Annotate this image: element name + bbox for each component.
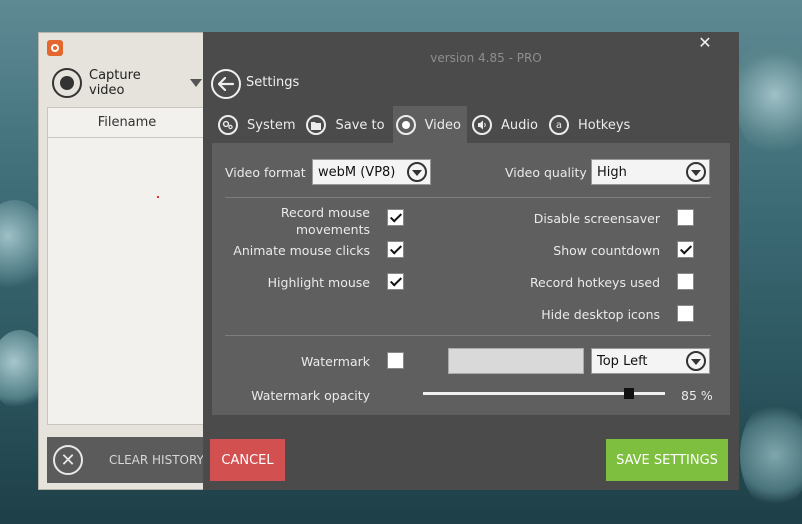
watermark-opacity-slider[interactable] xyxy=(423,388,665,399)
record-hotkeys-checkbox[interactable] xyxy=(677,273,694,290)
video-format-select[interactable]: webM (VP8) xyxy=(312,159,431,185)
hide-desktop-icons-label: Hide desktop icons xyxy=(541,307,660,322)
stray-pixel xyxy=(157,196,159,198)
hide-desktop-icons-checkbox[interactable] xyxy=(677,305,694,322)
settings-tabs: System Save to Video Audio a Hotkeys xyxy=(215,106,638,144)
chevron-down-icon[interactable] xyxy=(190,79,202,87)
save-settings-button[interactable]: SAVE SETTINGS xyxy=(606,439,728,481)
chevron-down-icon xyxy=(407,162,427,182)
background-droplet xyxy=(740,400,802,510)
record-icon xyxy=(52,68,82,98)
clear-history-label: CLEAR HISTORY xyxy=(109,453,204,467)
capture-video-button[interactable]: Capture video xyxy=(52,66,202,100)
video-format-value: webM (VP8) xyxy=(318,164,396,180)
tab-label: System xyxy=(247,117,296,133)
tab-hotkeys[interactable]: a Hotkeys xyxy=(546,106,636,144)
show-countdown-label: Show countdown xyxy=(553,243,660,258)
watermark-label: Watermark xyxy=(301,354,370,369)
video-quality-label: Video quality xyxy=(505,165,587,180)
clear-history-button[interactable]: ✕ CLEAR HISTORY xyxy=(47,437,209,483)
record-mouse-checkbox[interactable] xyxy=(387,209,404,226)
capture-video-label: Capture video xyxy=(89,68,141,98)
slider-handle[interactable] xyxy=(623,388,634,399)
chevron-down-icon xyxy=(686,162,706,182)
tab-label: Save to xyxy=(335,117,385,133)
animate-clicks-checkbox[interactable] xyxy=(387,241,404,258)
tab-label: Video xyxy=(424,117,462,133)
watermark-opacity-label: Watermark opacity xyxy=(251,388,370,403)
settings-panel: version 4.85 - PRO ✕ Settings System Sav… xyxy=(203,32,739,490)
app-logo-icon xyxy=(47,40,63,56)
close-button[interactable]: ✕ xyxy=(695,33,715,53)
close-icon: ✕ xyxy=(53,445,83,475)
capture-panel: Capture video Filename ✕ CLEAR HISTORY xyxy=(38,32,210,490)
tab-video[interactable]: Video xyxy=(392,106,468,144)
cancel-button[interactable]: CANCEL xyxy=(210,439,285,481)
speaker-icon xyxy=(472,115,493,135)
version-label: version 4.85 - PRO xyxy=(430,51,542,65)
video-format-label: Video format xyxy=(225,165,306,180)
chevron-down-icon xyxy=(686,351,706,371)
disable-screensaver-label: Disable screensaver xyxy=(533,211,660,226)
filename-column-header[interactable]: Filename xyxy=(48,108,206,138)
keyboard-icon: a xyxy=(548,115,569,135)
divider xyxy=(225,335,711,336)
close-icon: ✕ xyxy=(698,33,712,52)
video-settings-content: Video format webM (VP8) Video quality Hi… xyxy=(212,143,730,415)
history-list[interactable]: Filename xyxy=(47,107,207,425)
watermark-opacity-value: 85 % xyxy=(681,388,713,403)
watermark-text-input[interactable] xyxy=(448,348,584,374)
divider xyxy=(225,197,711,198)
watermark-position-select[interactable]: Top Left xyxy=(591,348,710,374)
highlight-mouse-label: Highlight mouse xyxy=(267,275,370,290)
tab-save-to[interactable]: Save to xyxy=(303,106,390,144)
video-quality-select[interactable]: High xyxy=(591,159,710,185)
record-hotkeys-label: Record hotkeys used xyxy=(529,275,660,290)
tab-system[interactable]: System xyxy=(215,106,301,144)
record-icon xyxy=(395,115,416,135)
back-button[interactable] xyxy=(211,69,241,99)
tab-label: Audio xyxy=(501,117,538,133)
record-mouse-label: Record mouse movements xyxy=(280,205,370,237)
page-title: Settings xyxy=(246,75,300,90)
tab-label: Hotkeys xyxy=(577,117,631,133)
highlight-mouse-checkbox[interactable] xyxy=(387,273,404,290)
video-quality-value: High xyxy=(597,164,627,180)
tab-audio[interactable]: Audio xyxy=(469,106,544,144)
background-droplet xyxy=(735,30,802,160)
arrow-left-icon xyxy=(218,77,234,91)
animate-clicks-label: Animate mouse clicks xyxy=(233,243,370,258)
watermark-position-value: Top Left xyxy=(597,353,648,369)
disable-screensaver-checkbox[interactable] xyxy=(677,209,694,226)
gear-icon xyxy=(218,115,238,135)
watermark-checkbox[interactable] xyxy=(387,352,404,369)
folder-icon xyxy=(306,115,327,135)
show-countdown-checkbox[interactable] xyxy=(677,241,694,258)
